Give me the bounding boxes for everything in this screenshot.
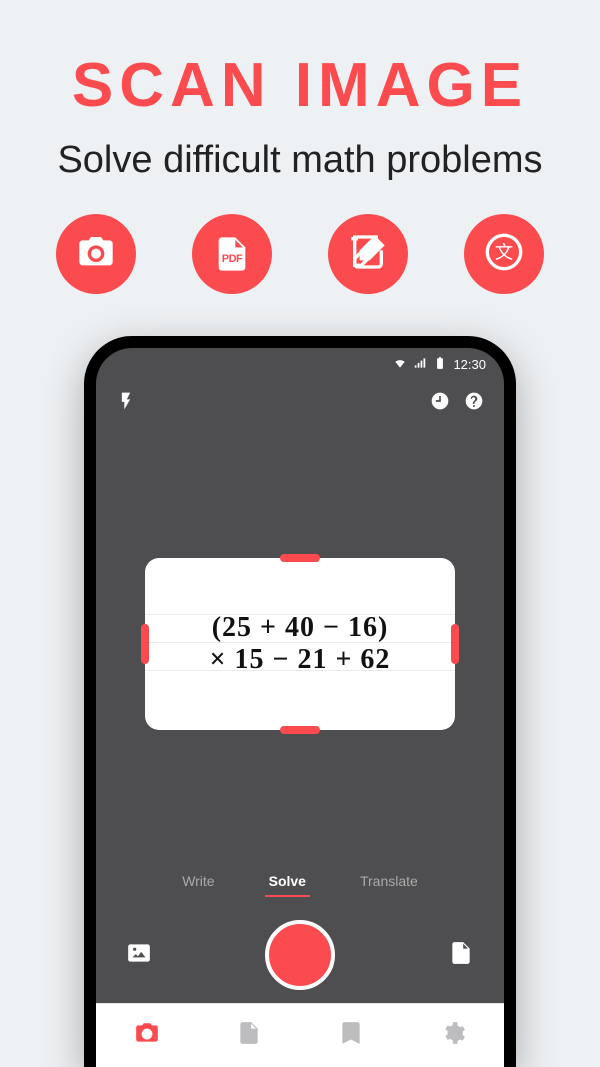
crop-handle-left[interactable]	[141, 624, 149, 664]
nav-bookmark[interactable]	[338, 1020, 364, 1051]
mode-selector: Write Solve Translate	[96, 861, 504, 907]
mode-write[interactable]: Write	[178, 867, 218, 897]
feature-pdf[interactable]: PDF	[192, 214, 272, 294]
math-line-2: × 15 − 21 + 62	[210, 644, 391, 676]
math-line-1: (25 + 40 − 16)	[212, 612, 389, 644]
hero-title: SCAN IMAGE	[72, 50, 528, 121]
camera-icon	[76, 232, 116, 277]
gallery-button[interactable]	[126, 940, 152, 971]
battery-icon	[433, 356, 447, 373]
wifi-icon	[393, 356, 407, 373]
hero-subtitle: Solve difficult math problems	[57, 139, 542, 182]
crop-handle-right[interactable]	[451, 624, 459, 664]
status-time: 12:30	[453, 357, 486, 372]
pdf-export-button[interactable]	[448, 940, 474, 971]
clock-icon[interactable]	[430, 391, 450, 416]
pdf-badge: PDF	[220, 252, 245, 265]
mode-solve[interactable]: Solve	[265, 867, 310, 897]
app-top-bar	[96, 380, 504, 426]
scan-card: (25 + 40 − 16) × 15 − 21 + 62	[145, 558, 455, 730]
flash-icon[interactable]	[116, 391, 136, 416]
crop-handle-bottom[interactable]	[280, 726, 320, 734]
feature-edit[interactable]	[328, 214, 408, 294]
capture-row	[96, 907, 504, 1003]
scan-viewport: (25 + 40 − 16) × 15 − 21 + 62	[96, 426, 504, 861]
translate-icon: 文	[484, 232, 524, 277]
status-bar: 12:30	[96, 348, 504, 380]
signal-icon	[413, 356, 427, 373]
nav-files[interactable]	[236, 1020, 262, 1051]
nav-settings[interactable]	[440, 1020, 466, 1051]
pdf-icon: PDF	[212, 234, 252, 274]
edit-icon	[348, 232, 388, 277]
bottom-nav	[96, 1003, 504, 1067]
feature-row: PDF 文	[56, 214, 544, 294]
shutter-button[interactable]	[265, 920, 335, 990]
mode-translate[interactable]: Translate	[356, 867, 422, 897]
svg-text:文: 文	[495, 241, 513, 262]
nav-camera[interactable]	[134, 1020, 160, 1051]
crop-handle-top[interactable]	[280, 554, 320, 562]
feature-camera[interactable]	[56, 214, 136, 294]
help-icon[interactable]	[464, 391, 484, 416]
phone-mockup: 12:30 (25 + 40 − 16) × 15 − 21 + 62 Writ…	[84, 336, 516, 1067]
feature-translate[interactable]: 文	[464, 214, 544, 294]
